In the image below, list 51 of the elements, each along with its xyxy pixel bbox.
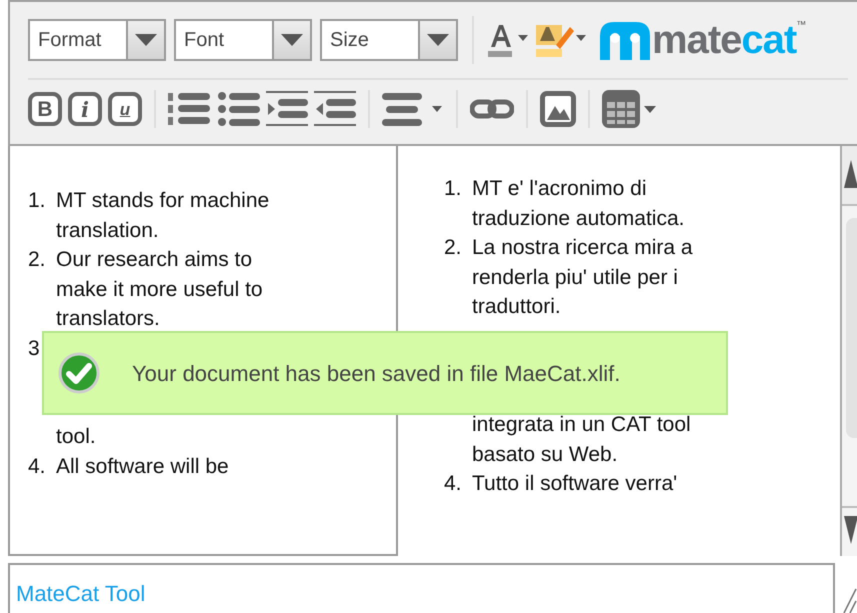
list-number: 3 <box>28 336 41 362</box>
text-line: tool. <box>56 424 96 450</box>
text-line: renderla piu' utile per i <box>472 264 678 290</box>
table-icon[interactable] <box>602 90 656 128</box>
caret-icon[interactable] <box>281 34 303 46</box>
numbered-list-icon[interactable] <box>168 91 212 127</box>
list-number: 2. <box>28 247 47 273</box>
dropdown[interactable]: Format <box>28 19 166 61</box>
dropdown-field[interactable]: Font <box>176 21 272 59</box>
image-icon[interactable] <box>540 91 576 127</box>
notification-message: Your document has been saved in file MaeCat.xlif. <box>132 360 620 388</box>
text-line: translators. <box>56 306 160 332</box>
highlight-color-icon[interactable] <box>536 23 586 57</box>
text-line: basato su Web. <box>472 442 618 468</box>
text-line: integrata in un CAT tool <box>472 412 691 438</box>
list-number: 4. <box>28 454 47 480</box>
text-line: translation. <box>56 218 159 244</box>
logo-icon <box>598 22 652 60</box>
text-line: Our research aims to <box>56 247 252 273</box>
logo-text: cat <box>741 20 796 60</box>
indent-icon[interactable] <box>266 91 308 127</box>
bullet-list-icon[interactable] <box>218 91 260 127</box>
trademark-sign: ™ <box>796 19 806 31</box>
logo-text: mate <box>652 20 742 60</box>
dropdown-field[interactable]: Format <box>30 21 126 59</box>
italic-button[interactable]: i <box>68 92 102 126</box>
dropdown-field[interactable]: Size <box>322 21 418 59</box>
underline-button[interactable]: u <box>108 92 142 126</box>
link-icon[interactable] <box>470 97 514 121</box>
caret-icon[interactable] <box>427 34 449 46</box>
bold-button[interactable]: B <box>28 92 62 126</box>
text-line: make it more useful to <box>56 276 263 302</box>
scroll-up-arrow-icon[interactable] <box>842 146 857 206</box>
text-color-icon[interactable] <box>488 23 528 57</box>
caret-icon[interactable] <box>135 34 157 46</box>
text-line: La nostra ricerca mira a <box>472 235 693 261</box>
list-number: 2. <box>444 235 463 261</box>
align-icon[interactable] <box>382 91 444 127</box>
dropdown[interactable]: Font <box>174 19 312 61</box>
text-line: traduttori. <box>472 294 561 320</box>
text-line: All software will be <box>56 454 229 480</box>
check-icon <box>58 352 100 394</box>
text-line: MT stands for machine <box>56 188 270 214</box>
text-line: MT e' l'acronimo di <box>472 176 647 202</box>
text-line: traduzione automatica. <box>472 206 684 232</box>
list-number: 4. <box>444 471 463 497</box>
list-number: 1. <box>444 176 463 202</box>
outdent-icon[interactable] <box>314 91 356 127</box>
list-number: 1. <box>28 188 47 214</box>
text-line: Tutto il software verra' <box>472 471 678 497</box>
dropdown[interactable]: Size <box>320 19 458 61</box>
